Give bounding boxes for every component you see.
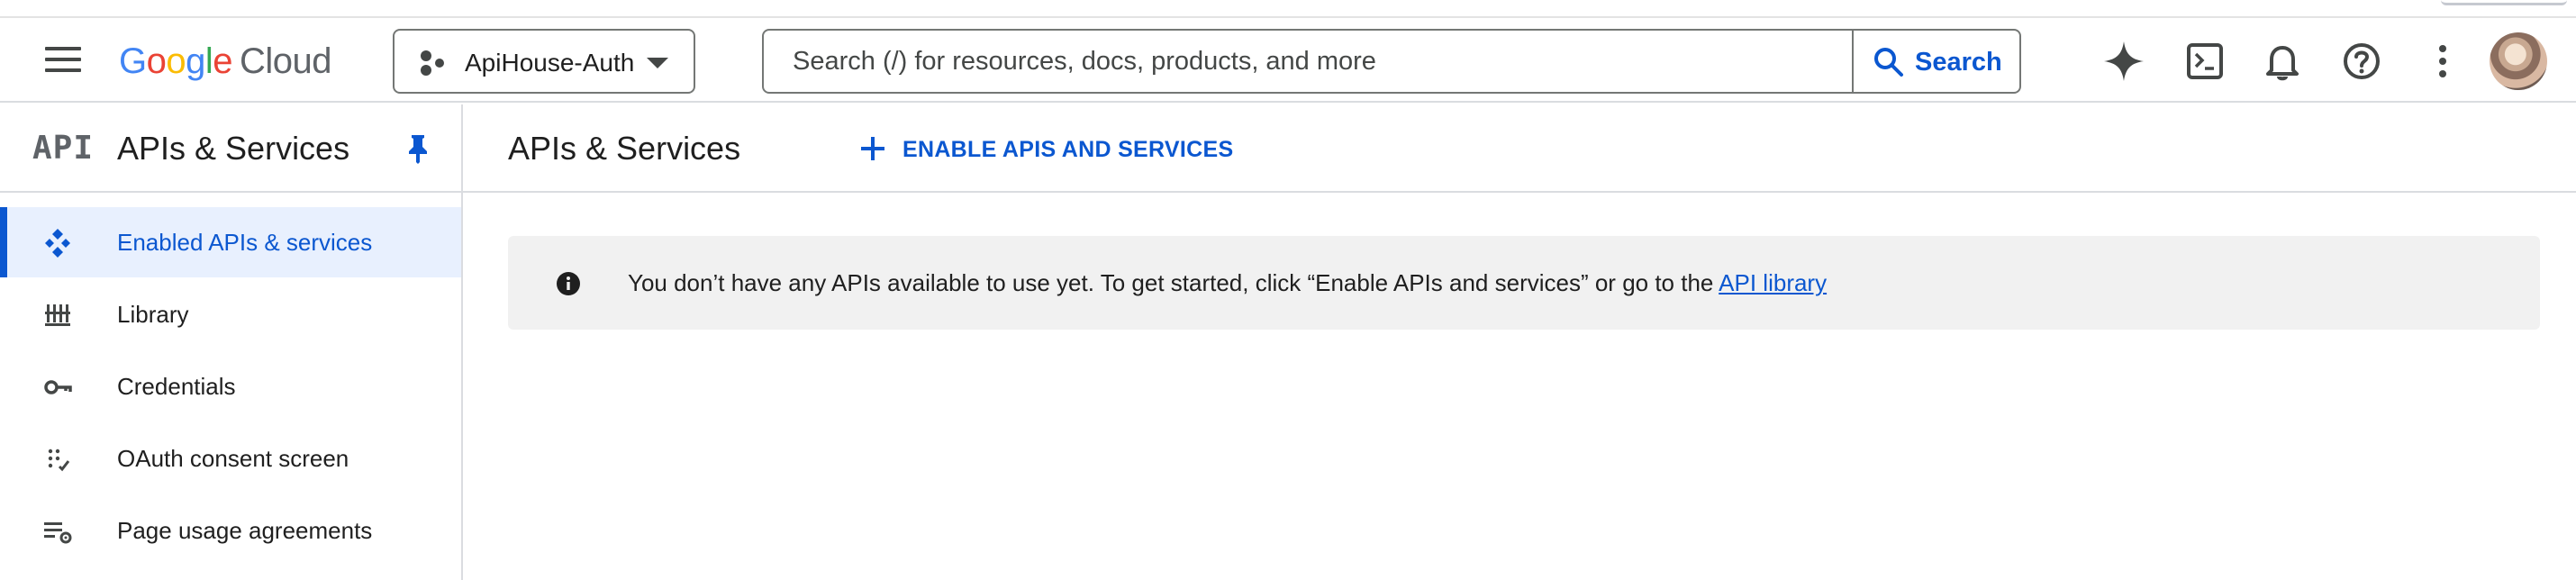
enable-apis-button-label: ENABLE APIS AND SERVICES bbox=[903, 137, 1234, 162]
main-menu-icon[interactable] bbox=[45, 47, 81, 74]
search-button-label: Search bbox=[1915, 48, 2002, 77]
sidebar-item-page-usage-agreements[interactable]: Page usage agreements bbox=[0, 495, 461, 566]
sidebar-title: APIs & Services bbox=[117, 130, 350, 167]
sidebar-header: API APIs & Services bbox=[0, 104, 461, 193]
logo-product-name: Cloud bbox=[240, 41, 332, 81]
google-cloud-logo[interactable]: Google Cloud bbox=[119, 40, 332, 83]
sidebar-item-label: Credentials bbox=[117, 373, 236, 400]
sidebar-item-enabled-apis[interactable]: Enabled APIs & services bbox=[0, 207, 461, 277]
logo-letter: o bbox=[146, 41, 167, 81]
project-nodes-icon bbox=[421, 50, 444, 76]
library-icon bbox=[45, 304, 70, 326]
sidebar: API APIs & Services Enabled APIs & servi… bbox=[0, 104, 463, 580]
logo-letter: o bbox=[166, 41, 186, 81]
info-icon bbox=[557, 272, 580, 295]
sidebar-item-label: OAuth consent screen bbox=[117, 445, 349, 472]
sidebar-item-credentials[interactable]: Credentials bbox=[0, 351, 461, 421]
sidebar-item-oauth-consent[interactable]: OAuth consent screen bbox=[0, 423, 461, 494]
gemini-sparkle-icon[interactable] bbox=[2100, 38, 2147, 85]
enable-apis-button[interactable]: ENABLE APIS AND SERVICES bbox=[845, 124, 1233, 173]
sidebar-item-label: Enabled APIs & services bbox=[117, 229, 373, 256]
logo-letter: G bbox=[119, 41, 147, 81]
page-title: APIs & Services bbox=[508, 130, 741, 167]
info-banner-message: You don’t have any APIs available to use… bbox=[628, 269, 1827, 297]
search-input[interactable] bbox=[764, 31, 1852, 92]
api-logo-icon: API bbox=[32, 130, 95, 167]
project-picker-button[interactable]: ApiHouse-Auth bbox=[393, 29, 695, 94]
sidebar-item-label: Library bbox=[117, 301, 189, 328]
cloud-shell-icon[interactable] bbox=[2181, 38, 2228, 85]
project-name: ApiHouse-Auth bbox=[465, 49, 635, 77]
chevron-down-icon bbox=[647, 58, 668, 68]
logo-letter: g bbox=[186, 41, 205, 81]
api-library-link[interactable]: API library bbox=[1719, 269, 1827, 296]
sidebar-item-label: Page usage agreements bbox=[117, 517, 373, 544]
settings-list-icon bbox=[44, 522, 72, 544]
sidebar-item-library[interactable]: Library bbox=[0, 279, 461, 349]
top-header: Google Cloud ApiHouse-Auth Search bbox=[0, 20, 2576, 103]
plus-icon bbox=[861, 137, 884, 160]
notifications-bell-icon[interactable] bbox=[2259, 38, 2306, 85]
search-icon bbox=[1874, 48, 1903, 77]
search-bar: Search bbox=[762, 29, 2021, 94]
key-icon bbox=[44, 380, 72, 394]
logo-letter: l bbox=[204, 41, 213, 81]
browser-top-strip bbox=[0, 0, 2576, 18]
pin-icon[interactable] bbox=[405, 133, 431, 164]
avatar[interactable] bbox=[2490, 32, 2547, 90]
help-icon[interactable] bbox=[2338, 38, 2385, 85]
page-header: APIs & Services ENABLE APIS AND SERVICES bbox=[463, 104, 2576, 193]
search-button[interactable]: Search bbox=[1852, 31, 2021, 92]
info-banner-text: You don’t have any APIs available to use… bbox=[628, 269, 1719, 296]
enabled-apis-icon bbox=[45, 229, 70, 258]
info-banner: You don’t have any APIs available to use… bbox=[508, 236, 2540, 330]
logo-letter: e bbox=[213, 41, 233, 81]
more-vert-icon[interactable] bbox=[2419, 38, 2466, 85]
tab-edge bbox=[2441, 0, 2567, 5]
oauth-icon bbox=[48, 449, 70, 472]
